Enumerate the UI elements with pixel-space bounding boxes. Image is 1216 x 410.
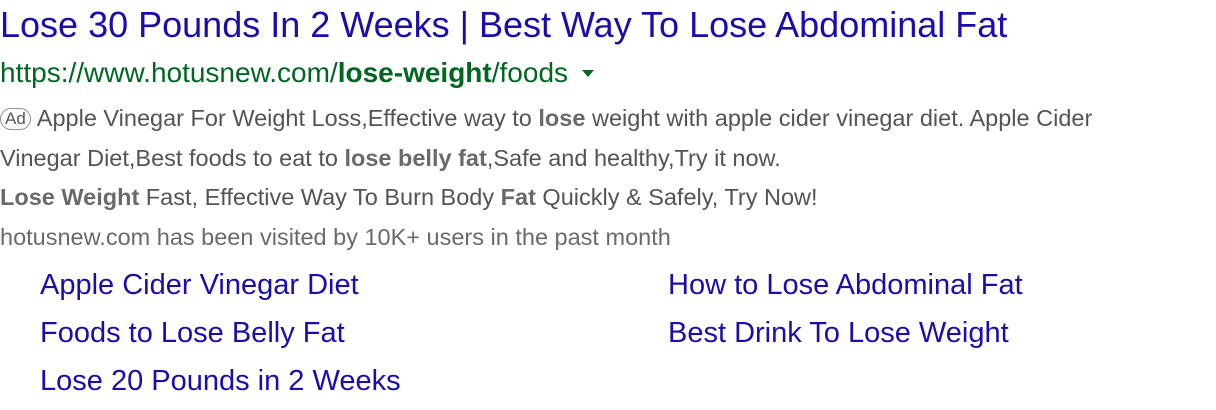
desc-text: Vinegar Diet,Best foods to eat to (0, 145, 345, 171)
desc-text: ,Safe and healthy,Try it now. (486, 145, 781, 171)
search-ad-result: Lose 30 Pounds In 2 Weeks | Best Way To … (0, 0, 1216, 410)
desc-bold-text: Lose Weight (0, 184, 140, 210)
sitelink-how-to-lose-abdominal-fat[interactable]: How to Lose Abdominal Fat (668, 265, 1023, 305)
sitelink-lose-20-pounds[interactable]: Lose 20 Pounds in 2 Weeks (40, 361, 401, 401)
ad-display-url: https://www.hotusnew.com/lose-weight/foo… (0, 55, 595, 91)
ad-title-link[interactable]: Lose 30 Pounds In 2 Weeks | Best Way To … (0, 2, 1007, 48)
sitelink-foods-to-lose-belly-fat[interactable]: Foods to Lose Belly Fat (40, 313, 345, 353)
url-prefix: https://www.hotusnew.com/ (0, 57, 338, 88)
ad-badge: Ad (0, 108, 31, 130)
ad-description-line-1: Ad Apple Vinegar For Weight Loss,Effectiv… (0, 98, 1216, 138)
desc-text: Fast, Effective Way To Burn Body (139, 184, 501, 210)
desc-bold-text: lose belly fat (344, 145, 487, 171)
caret-down-icon[interactable] (582, 69, 595, 77)
ad-description-line-3: Lose Weight Fast, Effective Way To Burn … (0, 177, 1216, 217)
desc-text: Quickly & Safely, Try Now! (535, 184, 818, 210)
desc-text: Apple Vinegar For Weight Loss,Effective … (36, 105, 539, 131)
sitelink-apple-cider-vinegar-diet[interactable]: Apple Cider Vinegar Diet (40, 265, 359, 305)
url-suffix: /foods (491, 57, 569, 88)
site-visits-annotation: hotusnew.com has been visited by 10K+ us… (0, 224, 671, 250)
desc-text: weight with apple cider vinegar diet. Ap… (585, 105, 1093, 131)
ad-url-link[interactable]: https://www.hotusnew.com/lose-weight/foo… (0, 55, 568, 91)
ad-description-line-2: Vinegar Diet,Best foods to eat to lose b… (0, 138, 1216, 178)
sitelink-best-drink-to-lose-weight[interactable]: Best Drink To Lose Weight (668, 313, 1009, 353)
url-bold-part: lose-weight (337, 57, 492, 88)
desc-bold-text: Fat (500, 184, 536, 210)
desc-bold-text: lose (538, 105, 586, 131)
